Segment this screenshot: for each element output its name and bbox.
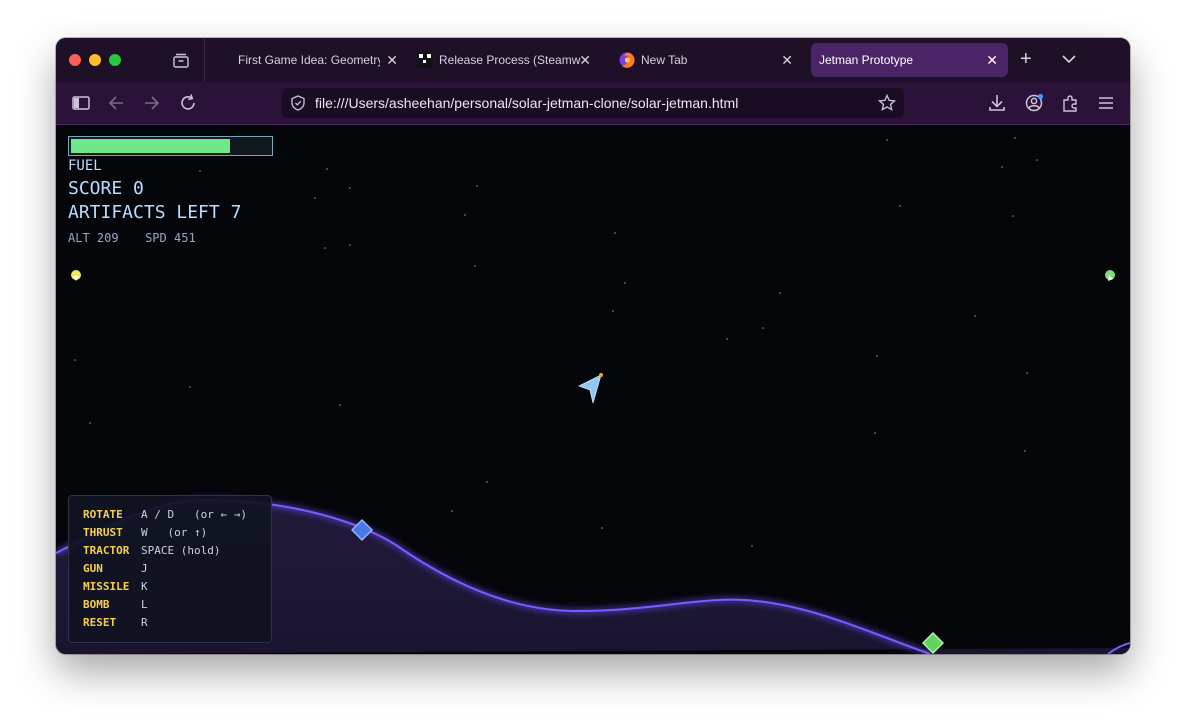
artifacts-readout: ARTIFACTS LEFT 7 bbox=[68, 202, 241, 223]
spd-value: 451 bbox=[174, 231, 196, 245]
close-tab-icon[interactable]: ✕ bbox=[386, 52, 398, 68]
navigation-toolbar: file:///Users/asheehan/personal/solar-je… bbox=[56, 82, 1130, 125]
forward-arrow-icon[interactable] bbox=[141, 92, 163, 114]
hamburger-menu-icon[interactable] bbox=[1095, 92, 1117, 114]
fuel-gauge bbox=[68, 136, 273, 156]
control-row-reset: RESET R bbox=[83, 616, 148, 629]
list-all-tabs-icon[interactable] bbox=[1062, 54, 1076, 64]
tab-release-process[interactable]: Release Process (Steamworks ✕ bbox=[417, 43, 601, 77]
downloads-icon[interactable] bbox=[986, 92, 1008, 114]
address-bar[interactable]: file:///Users/asheehan/personal/solar-je… bbox=[282, 88, 904, 118]
alt-label: ALT bbox=[68, 231, 90, 245]
reload-icon[interactable] bbox=[177, 92, 199, 114]
tab-first-game-idea[interactable]: First Game Idea: Geometry ✕ bbox=[238, 43, 408, 77]
close-tab-icon[interactable]: ✕ bbox=[986, 52, 998, 68]
artifact-blue bbox=[351, 519, 373, 541]
tab-label: Jetman Prototype bbox=[819, 53, 914, 67]
sidebar-icon[interactable] bbox=[70, 92, 92, 114]
artifacts-label: ARTIFACTS LEFT bbox=[68, 202, 220, 223]
tab-label: Release Process (Steamworks bbox=[439, 53, 581, 67]
shield-icon[interactable] bbox=[290, 95, 306, 111]
url-text[interactable]: file:///Users/asheehan/personal/solar-je… bbox=[315, 95, 738, 111]
tab-separator bbox=[204, 38, 205, 82]
game-canvas[interactable]: FUEL SCORE 0 ARTIFACTS LEFT 7 ALT 209 SP… bbox=[56, 125, 1130, 654]
spd-label: SPD bbox=[145, 231, 167, 245]
steam-qr-icon bbox=[417, 52, 433, 68]
tab-new-tab[interactable]: New Tab ✕ bbox=[619, 43, 803, 77]
jetman-ship bbox=[577, 373, 603, 404]
fuel-gauge-fill bbox=[71, 139, 230, 153]
score-value: 0 bbox=[133, 178, 144, 199]
firefox-icon bbox=[619, 52, 635, 68]
control-row-gun: GUN J bbox=[83, 562, 148, 575]
artifact-green bbox=[922, 632, 944, 654]
score-label: SCORE bbox=[68, 178, 123, 199]
alt-value: 209 bbox=[96, 231, 119, 245]
close-window-button[interactable] bbox=[69, 54, 81, 66]
extensions-icon[interactable] bbox=[1059, 92, 1081, 114]
account-icon[interactable] bbox=[1023, 92, 1045, 114]
tab-label: New Tab bbox=[641, 53, 688, 67]
artifacts-value: 7 bbox=[230, 202, 242, 223]
tab-jetman-prototype[interactable]: Jetman Prototype ✕ bbox=[811, 43, 1008, 77]
control-row-tractor: TRACTOR SPACE (hold) bbox=[83, 544, 221, 557]
close-tab-icon[interactable]: ✕ bbox=[579, 52, 591, 68]
minimize-window-button[interactable] bbox=[89, 54, 101, 66]
fuel-label: FUEL bbox=[68, 158, 102, 174]
tab-label: First Game Idea: Geometry bbox=[238, 53, 380, 67]
offscreen-marker-green bbox=[1105, 270, 1115, 281]
controls-help-panel: ROTATE A / D (or ← →) THRUST W (or ↑) TRAC… bbox=[68, 495, 272, 643]
tab-strip: First Game Idea: Geometry ✕ Release Proc… bbox=[56, 38, 1130, 82]
telemetry-readout: ALT 209 SPD 451 bbox=[68, 231, 196, 245]
control-row-rotate: ROTATE A / D (or ← →) bbox=[83, 508, 247, 521]
score-readout: SCORE 0 bbox=[68, 178, 144, 199]
close-tab-icon[interactable]: ✕ bbox=[781, 52, 793, 68]
control-row-missile: MISSILE K bbox=[83, 580, 148, 593]
back-arrow-icon[interactable] bbox=[105, 92, 127, 114]
new-tab-button[interactable]: + bbox=[1020, 49, 1032, 69]
tab-groups-icon[interactable] bbox=[172, 52, 190, 68]
browser-window: First Game Idea: Geometry ✕ Release Proc… bbox=[56, 38, 1130, 654]
control-row-bomb: BOMB L bbox=[83, 598, 148, 611]
control-row-thrust: THRUST W (or ↑) bbox=[83, 526, 208, 539]
bookmark-star-icon[interactable] bbox=[878, 94, 896, 112]
offscreen-marker-yellow bbox=[71, 270, 81, 281]
zoom-window-button[interactable] bbox=[109, 54, 121, 66]
